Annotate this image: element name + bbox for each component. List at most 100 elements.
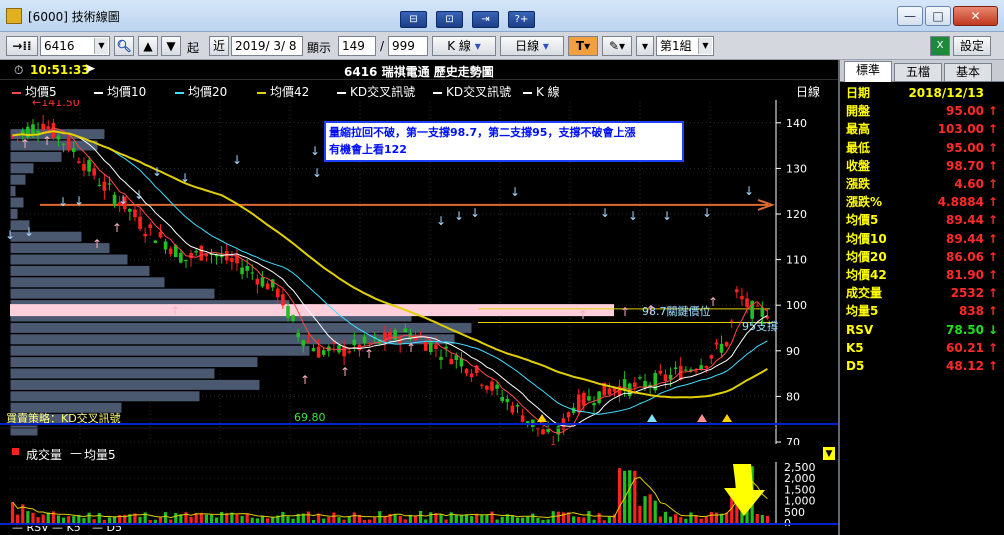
volume-bar — [174, 512, 178, 523]
candle-body — [439, 356, 443, 360]
slash-text: / — [380, 39, 385, 53]
candle-body — [668, 374, 673, 380]
period-dropdown[interactable]: 日線 ▾ — [500, 36, 564, 56]
legend-swatch — [433, 91, 442, 94]
volume-bar — [352, 512, 356, 523]
draw-tool-arrow-icon[interactable]: ▾ — [636, 36, 654, 56]
candle-body — [306, 340, 311, 343]
layout-button-3[interactable]: ⇥ — [472, 11, 499, 28]
low-mark-label: 69.80 — [294, 411, 326, 424]
quote-label: 均價5 — [846, 213, 879, 228]
candle-body — [480, 384, 484, 386]
kd-legend: — RSV — K5 — D5 — [0, 526, 838, 535]
legend-item: KD交叉訊號 — [433, 83, 511, 100]
settings-button[interactable]: 設定 — [953, 36, 991, 56]
volume-bar — [220, 511, 224, 523]
volume-bar — [617, 468, 622, 523]
scroll-down-icon[interactable]: ▼ — [161, 36, 181, 56]
candle-body — [77, 161, 81, 163]
quote-value: 95.00 — [946, 140, 984, 155]
legend-swatch — [94, 91, 103, 94]
chevron-down-icon[interactable]: ▼ — [94, 38, 108, 54]
layout-button-1[interactable]: ⊟ — [400, 11, 427, 28]
volume-bar — [521, 517, 525, 523]
candle-body — [714, 342, 719, 345]
tab-basic[interactable]: 基本 — [944, 63, 992, 81]
volume-bar — [444, 519, 448, 523]
candle-body — [87, 160, 91, 172]
candle-body — [464, 369, 469, 374]
display-count-input[interactable]: 149 — [338, 36, 376, 56]
excel-icon[interactable]: X — [930, 36, 950, 56]
stock-code-value: 6416 — [44, 39, 75, 53]
search-icon[interactable]: 🔍︎ — [114, 36, 134, 56]
date-input[interactable]: 2019/ 3/ 8 — [231, 36, 303, 56]
layout-button-2[interactable]: ⊡ — [436, 11, 463, 28]
volume-bar — [138, 516, 142, 523]
legend-label: KD交叉訊號 — [350, 85, 416, 99]
near-button[interactable]: 近 — [209, 36, 229, 56]
volume-chart[interactable]: 2,5002,0001,5001,0005000 — [0, 462, 838, 526]
candle-body — [97, 184, 102, 186]
volume-bar — [148, 519, 152, 523]
volume-bar — [572, 516, 576, 523]
scroll-down-icon[interactable]: ▼ — [822, 446, 836, 461]
volume-bar — [281, 512, 285, 523]
volume-bar — [255, 518, 259, 523]
candle-body — [515, 404, 520, 407]
volume-bar — [485, 515, 489, 523]
help-button[interactable]: ?+ — [508, 11, 535, 28]
quote-row: 開盤 95.00 ↑ — [840, 102, 1004, 120]
volume-bar — [699, 518, 703, 523]
volume-bar — [393, 513, 397, 523]
group-select[interactable]: 第1組 ▼ — [656, 36, 714, 56]
kd-sell-arrow-icon: ↓ — [5, 228, 15, 242]
volume-bar — [153, 519, 157, 523]
candle-body — [500, 397, 505, 401]
volume-profile-bar — [9, 344, 311, 357]
chevron-down-icon[interactable]: ▼ — [698, 38, 712, 54]
candle-body — [434, 344, 438, 349]
kd-buy-arrow-icon: ↑ — [340, 365, 350, 379]
time-display: 10:51:33 — [30, 63, 90, 77]
volume-bar — [342, 519, 346, 523]
volume-profile-bar — [9, 196, 25, 209]
chart-header: ⏱ 10:51:33 ➤ 6416 瑞祺電通 歷史走勢圖 — [0, 60, 838, 80]
annotation-box: 量縮拉回不破，第一支撐98.7，第二支撐95，支撐不破會上漲 有機會上看122 — [324, 121, 684, 162]
draw-tool-button[interactable]: ✎▾ — [602, 36, 632, 56]
support-label: 95支撐 — [742, 319, 778, 333]
text-tool-button[interactable]: T▾ — [568, 36, 598, 56]
volume-ma-label: 均量5 — [84, 448, 116, 462]
quote-value: 78.50 — [946, 322, 984, 337]
kd-sell-arrow-icon: ↓ — [436, 214, 446, 228]
volume-bar — [709, 512, 713, 523]
link-arrow-icon[interactable]: →⁞⁞ — [6, 36, 38, 56]
candle-body — [429, 342, 433, 353]
kd-sell-arrow-icon: ↓ — [118, 193, 128, 207]
kd-buy-arrow-icon: ↑ — [92, 237, 102, 251]
scroll-up-icon[interactable]: ▲ — [138, 36, 158, 56]
quote-row: 漲跌 4.60 ↑ — [840, 175, 1004, 193]
quote-row: 均價10 89.44 ↑ — [840, 230, 1004, 248]
stock-code-input[interactable]: 6416 ▼ — [40, 36, 110, 56]
volume-bar — [337, 517, 341, 523]
close-button[interactable]: ✕ — [953, 6, 998, 26]
candle-body — [281, 294, 285, 306]
annotation-line-2: 有機會上看122 — [329, 143, 407, 156]
tab-five-levels[interactable]: 五檔 — [894, 63, 942, 81]
candle-body — [663, 374, 668, 381]
candle-body — [92, 168, 96, 176]
volume-bar — [561, 512, 566, 523]
legend-label: 均價5 — [25, 85, 57, 99]
arrow-down-icon: ↓ — [987, 322, 998, 337]
kd-sell-arrow-icon: ↓ — [134, 188, 144, 202]
arrow-up-icon: ↑ — [987, 104, 998, 119]
tab-standard[interactable]: 標準 — [844, 61, 892, 82]
minimize-button[interactable]: — — [897, 6, 923, 26]
mouse-cursor-icon: ➤ — [84, 61, 96, 77]
chart-type-dropdown[interactable]: K 線 ▾ — [432, 36, 496, 56]
volume-bar — [592, 519, 596, 523]
candle-body — [41, 123, 45, 130]
display-max-input[interactable]: 999 — [388, 36, 428, 56]
maximize-button[interactable]: □ — [925, 6, 951, 26]
